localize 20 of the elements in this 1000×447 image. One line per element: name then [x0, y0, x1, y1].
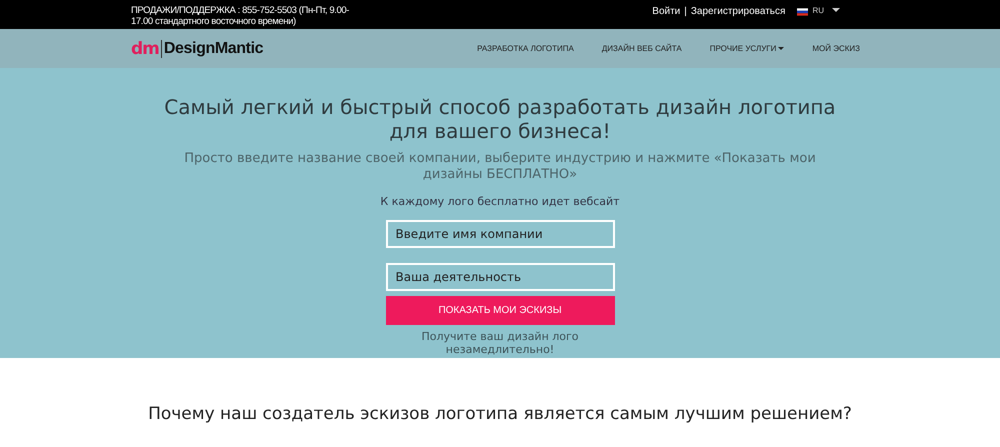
logo-text[interactable]: DesignMantic [164, 36, 264, 60]
hero-note: К каждому лого бесплатно идет вебсайт [379, 194, 621, 210]
caret-icon [832, 8, 840, 12]
language-selector[interactable]: RU [812, 5, 824, 17]
nav-link[interactable]: МОЙ ЭСКИЗ [812, 42, 860, 54]
hero-subtitle: Просто введите название своей компании, выберите индустрию и нажмите «Показать мои дизайны БЕСПЛАТНО» [183, 151, 817, 183]
register-link[interactable]: Зарегистрироваться [690, 4, 786, 19]
input-field[interactable]: Ваша деятельность [386, 262, 614, 290]
input-field[interactable]: Введите имя компании [386, 220, 614, 248]
support-text: ПРОДАЖИ/ПОДДЕРЖКА : 855-752-5503 (Пн-Пт, 9.00-17.00 стандартного восточного времени) [131, 5, 350, 27]
separator: | [684, 5, 687, 19]
nav-link[interactable]: ДИЗАЙН ВЕБ САЙТА [602, 42, 682, 54]
hero-title: Самый легкий и быстрый способ разработать дизайн логотипа для вашего бизнеса! [163, 95, 837, 143]
hero-caption: Получите ваш дизайн лого незамедлительно! [420, 330, 580, 356]
login-link[interactable]: Войти [652, 4, 680, 19]
section-heading: Почему наш создатель эскизов логотипа является самым лучшим решением? [148, 404, 852, 424]
show-designs-button[interactable]: ПОКАЗАТЬ МОИ ЭСКИЗЫ [386, 296, 614, 324]
nav-link[interactable]: ПРОЧИЕ УСЛУГИ [710, 42, 784, 54]
flag-icon [797, 8, 808, 16]
nav-link[interactable]: РАЗРАБОТКА ЛОГОТИПА [477, 42, 574, 54]
